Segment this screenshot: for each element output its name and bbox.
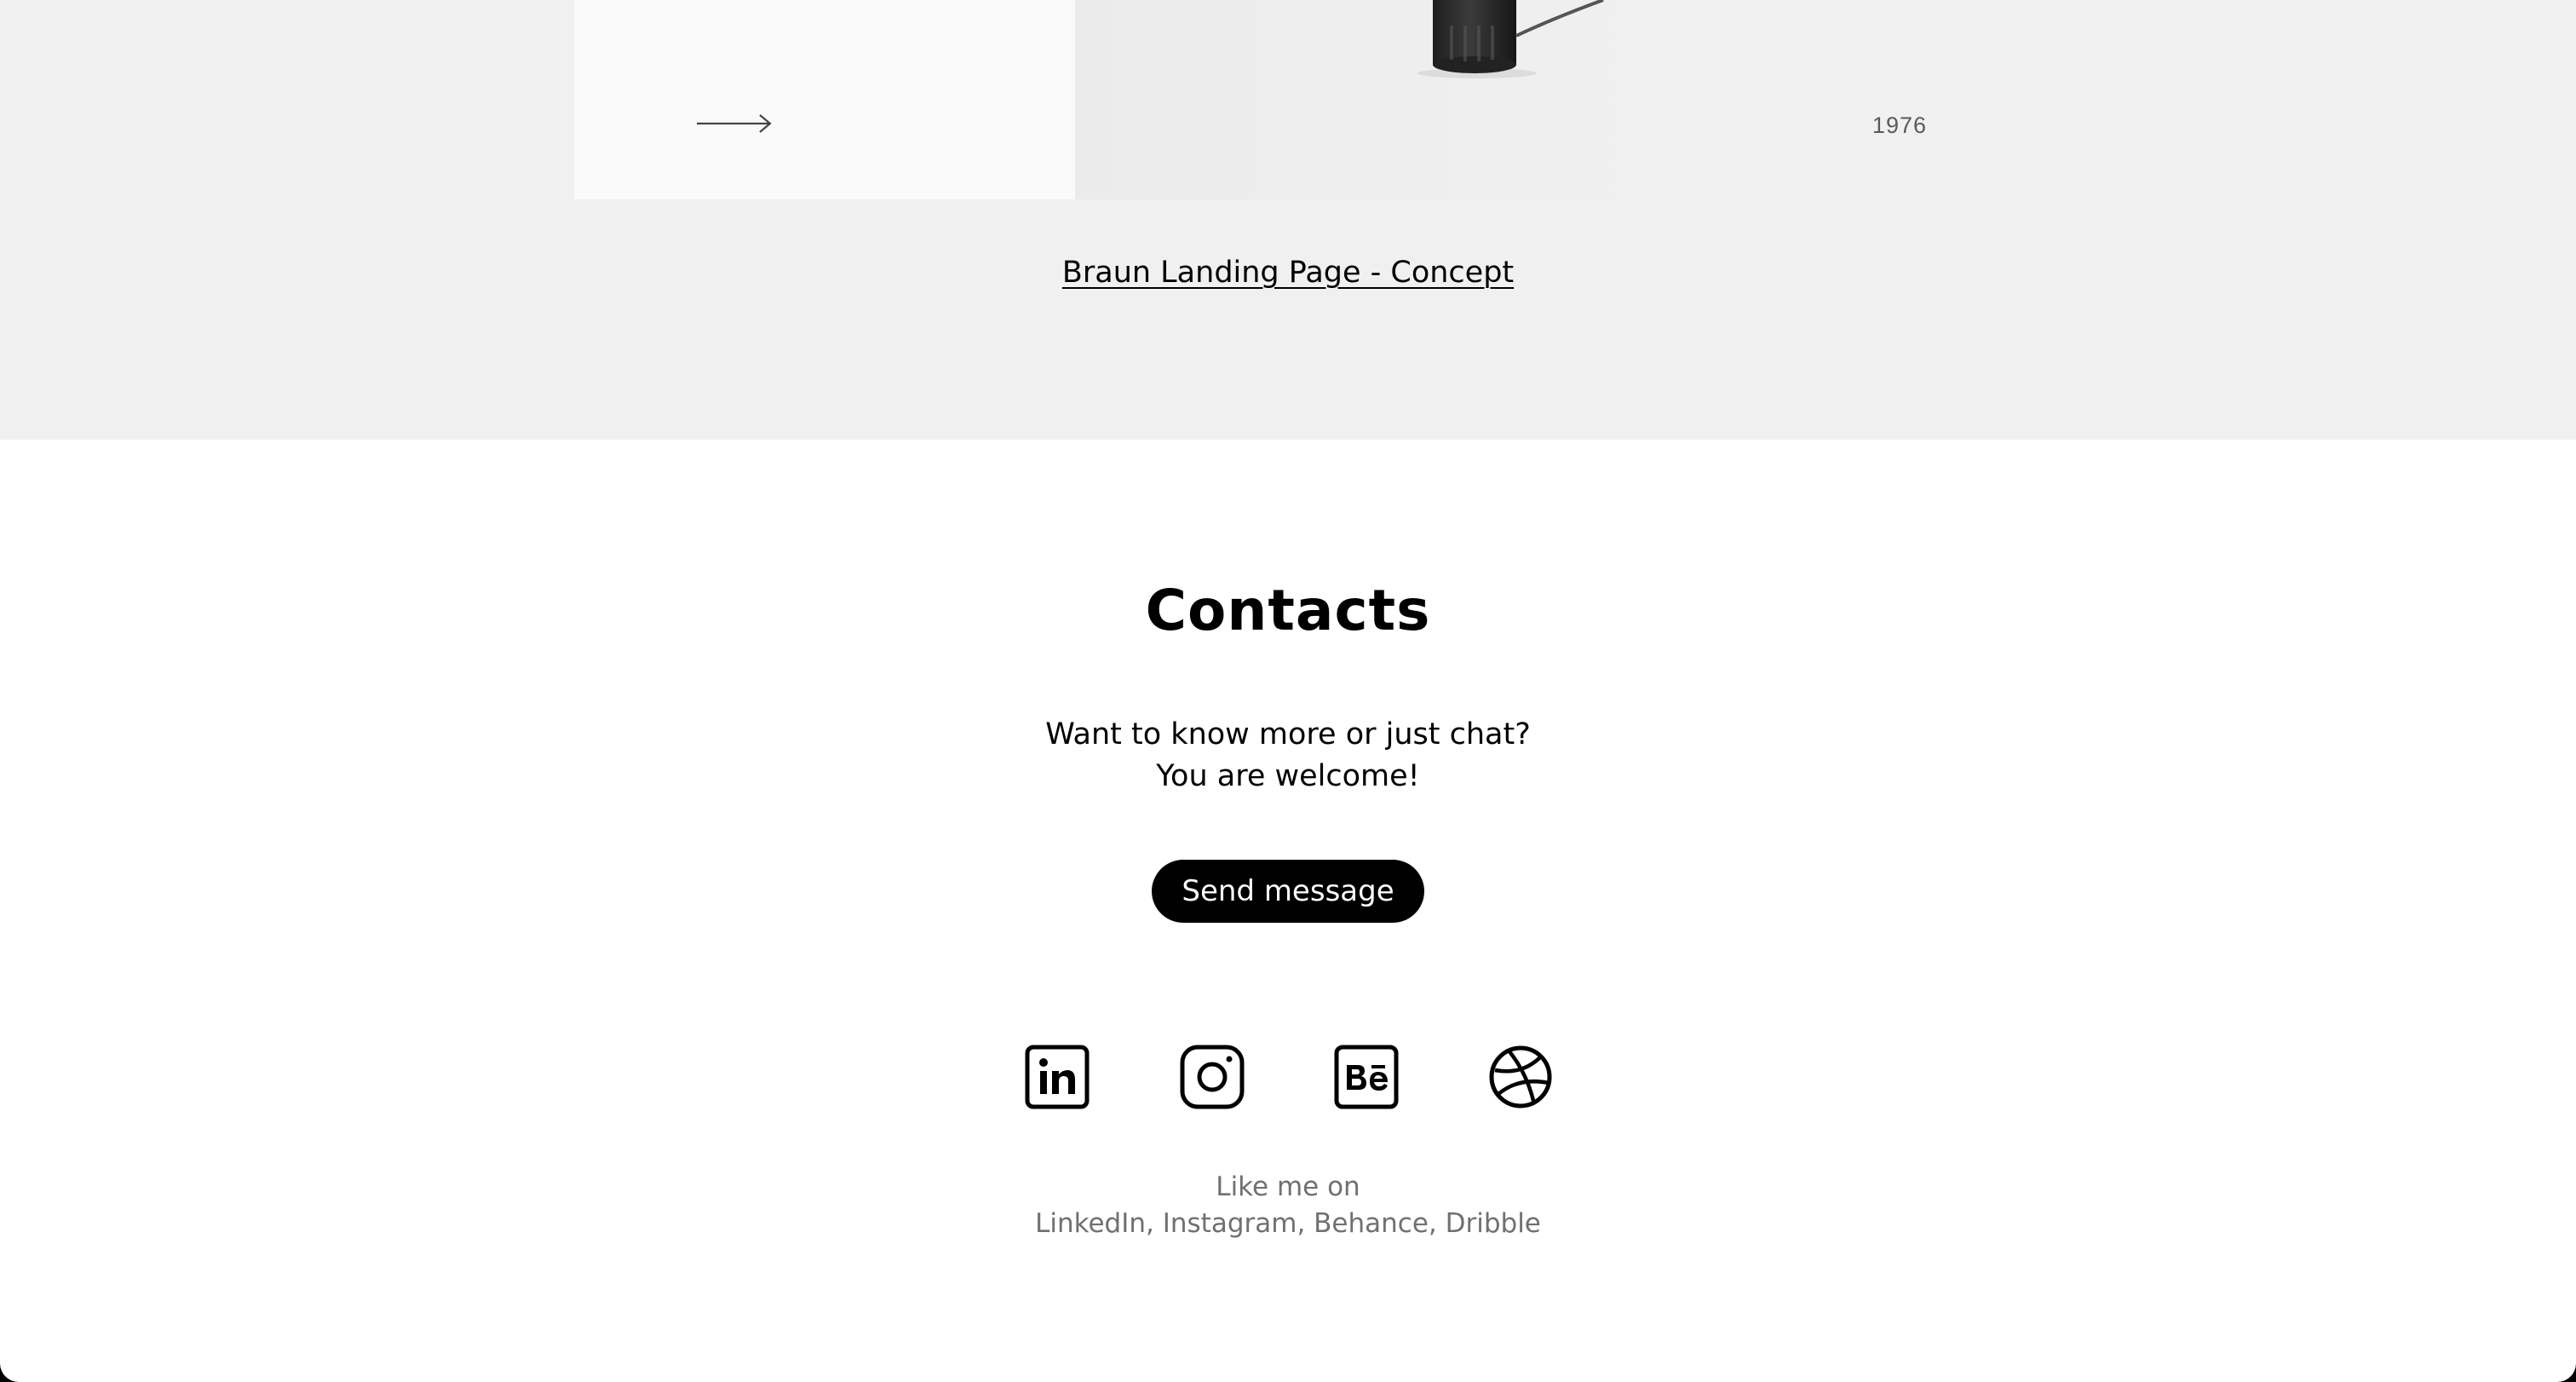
contacts-intro-line-2: You are welcome!: [1156, 759, 1420, 793]
contacts-intro-text: Want to know more or just chat? You are …: [0, 714, 2576, 798]
instagram-icon[interactable]: [1180, 1045, 1245, 1109]
social-caption-line-1: Like me on: [1216, 1172, 1360, 1202]
project-card[interactable]: 1976: [574, 0, 2002, 199]
dribbble-icon[interactable]: [1488, 1045, 1553, 1109]
project-card-left-panel: [574, 0, 1075, 199]
behance-icon[interactable]: [1334, 1045, 1399, 1109]
linkedin-icon[interactable]: [1025, 1045, 1090, 1109]
project-section: 1976 Braun Landing Page - Concept: [0, 0, 2576, 440]
arrow-right-icon[interactable]: [695, 111, 773, 136]
project-year: 1976: [1872, 112, 1927, 138]
social-caption-line-2: LinkedIn, Instagram, Behance, Dribble: [1035, 1208, 1541, 1239]
braun-product-photo: [1417, 0, 1604, 78]
send-message-button[interactable]: Send message: [1152, 860, 1424, 923]
portfolio-page: 1976 Braun Landing Page - Concept Contac…: [0, 0, 2576, 1382]
contacts-intro-line-1: Want to know more or just chat?: [1045, 717, 1531, 751]
contacts-heading: Contacts: [1145, 578, 1431, 643]
project-preview-image: 1976: [1075, 0, 2002, 199]
project-title-link[interactable]: Braun Landing Page - Concept: [0, 256, 2576, 290]
social-caption: Like me on LinkedIn, Instagram, Behance,…: [0, 1169, 2576, 1242]
